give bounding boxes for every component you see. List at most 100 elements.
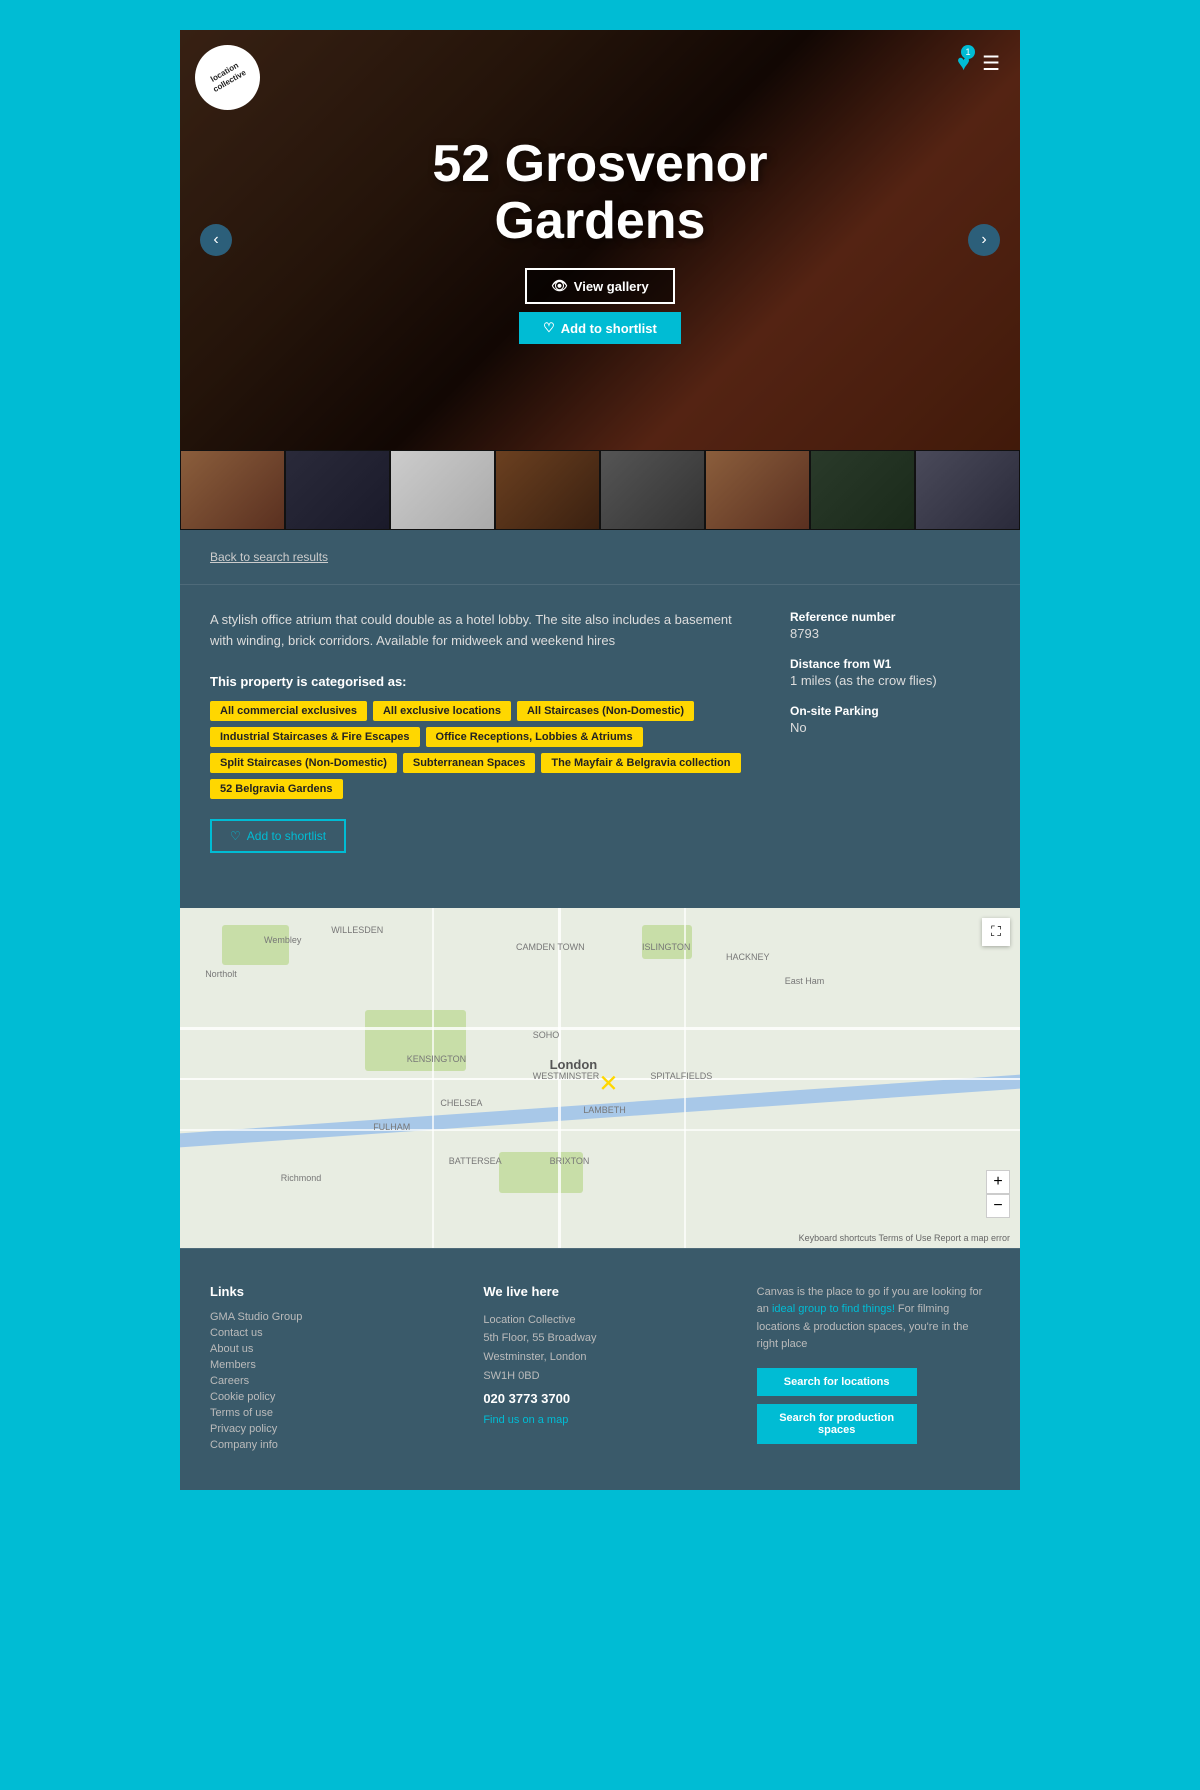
reference-value: 8793 bbox=[790, 626, 990, 641]
map-label-brixton: BRIXTON bbox=[550, 1156, 590, 1166]
road-h-1 bbox=[180, 1027, 1020, 1030]
footer-description: Canvas is the place to go if you are loo… bbox=[757, 1284, 990, 1354]
footer-col-desc: Canvas is the place to go if you are loo… bbox=[757, 1284, 990, 1455]
footer-link-members[interactable]: Members bbox=[210, 1359, 443, 1371]
thumbnail-6[interactable] bbox=[705, 450, 810, 530]
map-label-hackney: HACKNEY bbox=[726, 952, 770, 962]
right-column: Reference number 8793 Distance from W1 1… bbox=[790, 610, 990, 853]
distance-label: Distance from W1 bbox=[790, 657, 990, 671]
add-shortlist-hero-button[interactable]: ♡ Add to shortlist bbox=[519, 312, 681, 344]
map-label-camden: CAMDEN TOWN bbox=[516, 942, 585, 952]
map-label-fulham: FULHAM bbox=[373, 1122, 410, 1132]
footer-link-terms[interactable]: Terms of use bbox=[210, 1407, 443, 1419]
eye-icon: 👁 bbox=[551, 278, 568, 294]
thumbnail-5[interactable] bbox=[600, 450, 705, 530]
parking-value: No bbox=[790, 720, 990, 735]
map-marker: ✕ bbox=[598, 1070, 618, 1099]
thumbnail-2[interactable] bbox=[285, 450, 390, 530]
left-column: A stylish office atrium that could doubl… bbox=[210, 610, 750, 853]
map-label-westminster: WESTMINSTER bbox=[533, 1071, 600, 1081]
thumbnail-3[interactable] bbox=[390, 450, 495, 530]
add-shortlist-content-button[interactable]: ♡ Add to shortlist bbox=[210, 819, 346, 853]
tag-6[interactable]: Subterranean Spaces bbox=[403, 753, 536, 773]
footer-address: Location Collective 5th Floor, 55 Broadw… bbox=[483, 1311, 716, 1386]
view-gallery-button[interactable]: 👁 View gallery bbox=[525, 268, 674, 304]
map-label-chelsea: CHELSEA bbox=[440, 1098, 482, 1108]
map-label-islington: ISLINGTON bbox=[642, 942, 690, 952]
distance-value: 1 miles (as the crow flies) bbox=[790, 673, 990, 688]
map-label-soho: SOHO bbox=[533, 1030, 560, 1040]
tag-4[interactable]: Office Receptions, Lobbies & Atriums bbox=[426, 727, 643, 747]
thumbnail-7[interactable] bbox=[810, 450, 915, 530]
tag-0[interactable]: All commercial exclusives bbox=[210, 701, 367, 721]
footer-link-cookie[interactable]: Cookie policy bbox=[210, 1391, 443, 1403]
heart-icon-content: ♡ bbox=[230, 829, 241, 843]
search-production-button[interactable]: Search for production spaces bbox=[757, 1404, 917, 1444]
tags-container: All commercial exclusives All exclusive … bbox=[210, 701, 750, 799]
hero-section: location collective ♥ 1 ☰ ‹ › 52 Grosven… bbox=[180, 30, 1020, 450]
search-locations-button[interactable]: Search for locations bbox=[757, 1368, 917, 1396]
categories-title: This property is categorised as: bbox=[210, 674, 750, 689]
tag-7[interactable]: The Mayfair & Belgravia collection bbox=[541, 753, 740, 773]
thumbnail-strip bbox=[180, 450, 1020, 530]
map-label-lambeth: LAMBETH bbox=[583, 1105, 626, 1115]
footer-col-location: We live here Location Collective 5th Flo… bbox=[483, 1284, 716, 1455]
reference-label: Reference number bbox=[790, 610, 990, 624]
footer: Links GMA Studio Group Contact us About … bbox=[180, 1248, 1020, 1490]
footer-link-contact[interactable]: Contact us bbox=[210, 1327, 443, 1339]
map-zoom-out-button[interactable]: − bbox=[986, 1194, 1010, 1218]
footer-links-title: Links bbox=[210, 1284, 443, 1299]
main-content: A stylish office atrium that could doubl… bbox=[180, 585, 1020, 878]
footer-phone: 020 3773 3700 bbox=[483, 1391, 716, 1406]
map-canvas: London Wembley Northolt WILLESDEN CAMDEN… bbox=[180, 908, 1020, 1248]
map-label-richmond: Richmond bbox=[281, 1173, 322, 1183]
back-to-results-button[interactable]: Back to search results bbox=[210, 550, 328, 564]
map-label-east-ham: East Ham bbox=[785, 976, 825, 986]
shortlist-icon[interactable]: ♥ 1 bbox=[957, 50, 970, 76]
map-label-northolt: Northolt bbox=[205, 969, 237, 979]
footer-link-gma[interactable]: GMA Studio Group bbox=[210, 1311, 443, 1323]
map-zoom-in-button[interactable]: + bbox=[986, 1170, 1010, 1194]
map-expand-button[interactable]: ⛶ bbox=[982, 918, 1010, 946]
footer-highlight: ideal group to find things! bbox=[772, 1303, 895, 1315]
map-section: London Wembley Northolt WILLESDEN CAMDEN… bbox=[180, 908, 1020, 1248]
menu-icon[interactable]: ☰ bbox=[982, 51, 1000, 76]
footer-link-privacy[interactable]: Privacy policy bbox=[210, 1423, 443, 1435]
tag-3[interactable]: Industrial Staircases & Fire Escapes bbox=[210, 727, 420, 747]
map-zoom-controls: + − bbox=[986, 1170, 1010, 1218]
road-v-2 bbox=[432, 908, 434, 1248]
site-logo[interactable]: location collective bbox=[195, 45, 260, 110]
thumbnail-4[interactable] bbox=[495, 450, 600, 530]
parking-label: On-site Parking bbox=[790, 704, 990, 718]
property-title: 52 GrosvenorGardens bbox=[432, 136, 767, 250]
hero-content: 52 GrosvenorGardens 👁 View gallery ♡ Add… bbox=[432, 136, 767, 344]
property-description: A stylish office atrium that could doubl… bbox=[210, 610, 750, 652]
header-icons: ♥ 1 ☰ bbox=[957, 50, 1000, 76]
tag-5[interactable]: Split Staircases (Non-Domestic) bbox=[210, 753, 397, 773]
hero-buttons: 👁 View gallery ♡ Add to shortlist bbox=[432, 268, 767, 344]
shortlist-count: 1 bbox=[961, 45, 975, 59]
thumbnail-8[interactable] bbox=[915, 450, 1020, 530]
footer-link-careers[interactable]: Careers bbox=[210, 1375, 443, 1387]
logo-text: location collective bbox=[195, 52, 260, 102]
footer-link-company[interactable]: Company info bbox=[210, 1439, 443, 1451]
thumbnail-1[interactable] bbox=[180, 450, 285, 530]
footer-location-title: We live here bbox=[483, 1284, 716, 1299]
road-h-3 bbox=[180, 1129, 1020, 1131]
footer-map-link[interactable]: Find us on a map bbox=[483, 1414, 716, 1426]
map-green-area-1 bbox=[222, 925, 289, 966]
heart-icon: ♡ bbox=[543, 320, 555, 336]
tag-1[interactable]: All exclusive locations bbox=[373, 701, 511, 721]
map-attribution: Keyboard shortcuts Terms of Use Report a… bbox=[799, 1233, 1010, 1243]
footer-link-about[interactable]: About us bbox=[210, 1343, 443, 1355]
tag-8[interactable]: 52 Belgravia Gardens bbox=[210, 779, 343, 799]
hero-prev-button[interactable]: ‹ bbox=[200, 224, 232, 256]
footer-col-links: Links GMA Studio Group Contact us About … bbox=[210, 1284, 443, 1455]
map-label-wembley: Wembley bbox=[264, 935, 301, 945]
map-label-spitalfields: SPITALFIELDS bbox=[650, 1071, 712, 1081]
back-link-bar: Back to search results bbox=[180, 530, 1020, 585]
page-wrapper: location collective ♥ 1 ☰ ‹ › 52 Grosven… bbox=[180, 30, 1020, 1490]
tag-2[interactable]: All Staircases (Non-Domestic) bbox=[517, 701, 694, 721]
hero-next-button[interactable]: › bbox=[968, 224, 1000, 256]
map-label-willesden: WILLESDEN bbox=[331, 925, 383, 935]
